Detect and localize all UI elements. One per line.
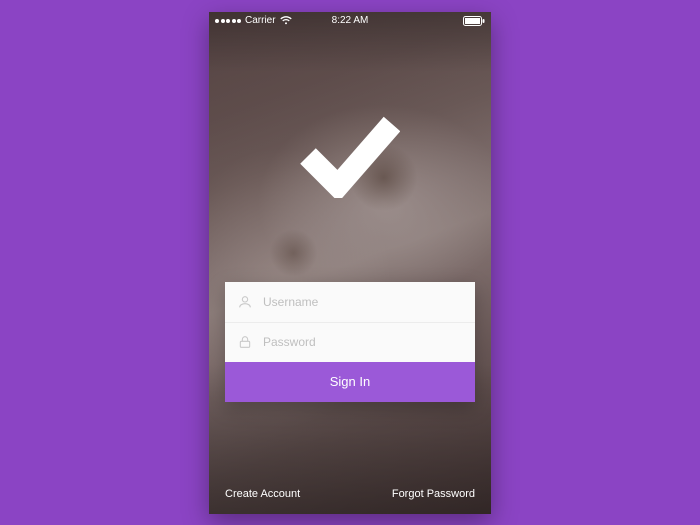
app-logo — [300, 112, 400, 203]
status-time: 8:22 AM — [209, 15, 491, 26]
user-icon — [237, 294, 253, 310]
forgot-password-link[interactable]: Forgot Password — [392, 488, 475, 500]
status-bar: Carrier 8:22 AM — [209, 12, 491, 30]
login-card: Sign In — [225, 282, 475, 402]
lock-icon — [237, 334, 253, 350]
phone-login-screen: Carrier 8:22 AM — [209, 12, 491, 514]
footer-links: Create Account Forgot Password — [225, 488, 475, 500]
password-input[interactable] — [263, 335, 463, 349]
checkmark-icon — [300, 112, 400, 198]
username-input[interactable] — [263, 295, 463, 309]
password-field[interactable] — [225, 322, 475, 362]
create-account-link[interactable]: Create Account — [225, 488, 300, 500]
sign-in-button[interactable]: Sign In — [225, 362, 475, 402]
username-field[interactable] — [225, 282, 475, 322]
